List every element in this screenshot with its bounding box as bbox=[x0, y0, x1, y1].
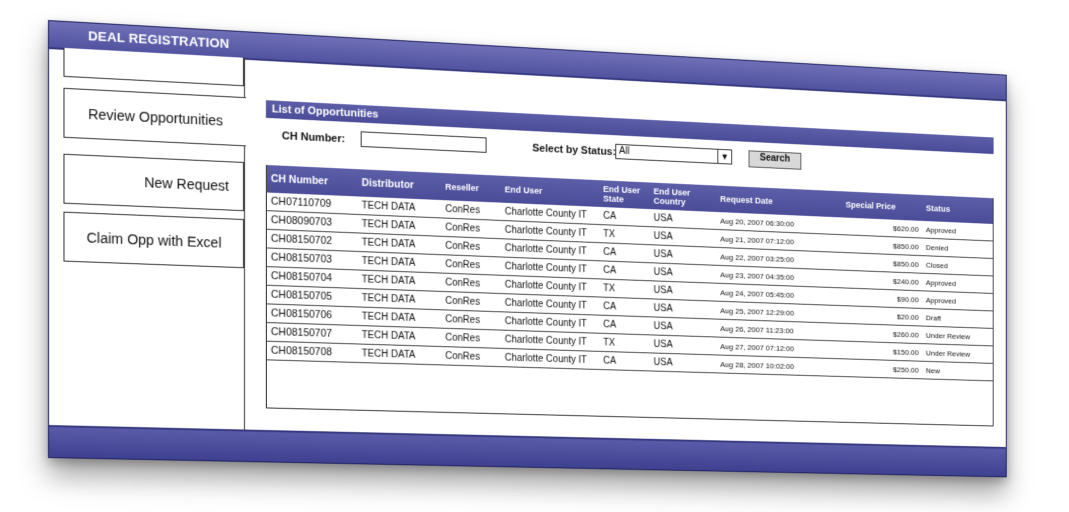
cell-end-user: Charlotte County IT bbox=[501, 348, 599, 369]
cell-reseller: ConRes bbox=[441, 310, 501, 330]
column-header-reseller[interactable]: Reseller bbox=[441, 173, 501, 203]
cell-end-user-state: CA bbox=[599, 297, 649, 317]
cell-end-user-country: USA bbox=[650, 281, 717, 301]
main-content: List of Opportunities CH Number: Select … bbox=[252, 88, 994, 440]
cell-end-user-state: CA bbox=[599, 315, 649, 335]
sidebar: Review Opportunities New Request Claim O… bbox=[63, 48, 245, 432]
cell-status: New bbox=[922, 361, 992, 381]
cell-reseller: ConRes bbox=[441, 236, 501, 257]
cell-end-user-state: CA bbox=[599, 243, 649, 263]
column-header-status[interactable]: Status bbox=[922, 195, 992, 224]
column-header-end-user-state[interactable]: End User State bbox=[599, 180, 649, 209]
column-header-end-user-country[interactable]: End User Country bbox=[650, 183, 717, 212]
column-header-special-price[interactable]: Special Price bbox=[842, 191, 922, 221]
cell-reseller: ConRes bbox=[441, 328, 501, 348]
cell-special-price: $250.00 bbox=[842, 359, 922, 379]
cell-end-user-state: CA bbox=[599, 207, 649, 227]
sidebar-item-label: Review Opportunities bbox=[88, 106, 223, 129]
cell-end-user-country: USA bbox=[650, 335, 717, 355]
cell-distributor: TECH DATA bbox=[358, 344, 442, 365]
status-select[interactable]: All ▼ bbox=[615, 144, 732, 165]
status-label: Select by Status: bbox=[532, 143, 616, 159]
cell-end-user-state: TX bbox=[599, 333, 649, 353]
column-header-end-user[interactable]: End User bbox=[501, 176, 599, 207]
sidebar-item-new-request[interactable]: New Request bbox=[63, 154, 244, 211]
sidebar-item-label: New Request bbox=[144, 174, 229, 194]
ch-number-input[interactable] bbox=[361, 131, 487, 153]
cell-status: Under Review bbox=[922, 326, 992, 346]
sidebar-item-review-opportunities[interactable]: Review Opportunities bbox=[63, 88, 246, 147]
search-button[interactable]: Search bbox=[749, 150, 802, 169]
cell-reseller: ConRes bbox=[441, 218, 501, 239]
status-selected-value: All bbox=[619, 146, 629, 157]
cell-request-date: Aug 28, 2007 10:02:00 bbox=[716, 355, 841, 377]
cell-end-user-country: USA bbox=[650, 353, 717, 373]
cell-reseller: ConRes bbox=[441, 255, 501, 276]
opportunities-table: CH Number Distributor Reseller End User … bbox=[266, 165, 994, 427]
dropdown-arrow-icon[interactable]: ▼ bbox=[717, 150, 731, 164]
app-title: DEAL REGISTRATION bbox=[88, 28, 229, 51]
cell-end-user-state: TX bbox=[599, 225, 649, 245]
cell-reseller: ConRes bbox=[441, 347, 501, 367]
cell-end-user-country: USA bbox=[650, 317, 717, 337]
deal-registration-window: DEAL REGISTRATION Review Opportunities N… bbox=[48, 20, 1007, 477]
ch-number-label: CH Number: bbox=[282, 130, 345, 145]
column-header-distributor[interactable]: Distributor bbox=[358, 169, 442, 200]
cell-end-user-state: TX bbox=[599, 279, 649, 299]
cell-ch-number: CH08150708 bbox=[267, 341, 358, 362]
sidebar-item-claim-opp-with-excel[interactable]: Claim Opp with Excel bbox=[63, 212, 244, 269]
sidebar-item-label: Claim Opp with Excel bbox=[87, 230, 222, 251]
cell-end-user-country: USA bbox=[650, 299, 717, 319]
cell-reseller: ConRes bbox=[441, 291, 501, 311]
cell-status: Under Review bbox=[922, 344, 992, 364]
column-header-ch-number[interactable]: CH Number bbox=[267, 165, 358, 196]
cell-end-user-state: CA bbox=[599, 351, 649, 371]
cell-end-user-state: CA bbox=[599, 261, 649, 281]
cell-reseller: ConRes bbox=[441, 273, 501, 293]
